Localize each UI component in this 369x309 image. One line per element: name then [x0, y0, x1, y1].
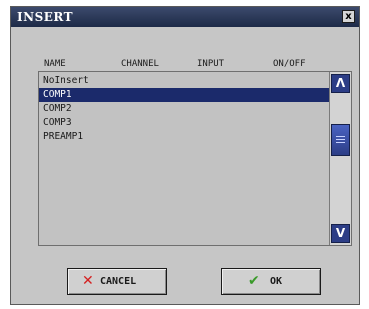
- ok-button[interactable]: ✔ OK: [221, 268, 321, 295]
- ok-button-label: OK: [270, 276, 283, 287]
- x-icon: ✕: [82, 273, 94, 289]
- list-body: NoInsert COMP1 COMP2 COMP3 PREAMP1: [39, 72, 329, 245]
- scroll-thumb[interactable]: [331, 124, 350, 156]
- grip-line: [336, 139, 345, 140]
- insert-list: NoInsert COMP1 COMP2 COMP3 PREAMP1 Λ V: [38, 71, 352, 246]
- list-item[interactable]: NoInsert: [39, 74, 329, 88]
- list-item[interactable]: PREAMP1: [39, 130, 329, 144]
- close-button[interactable]: x: [342, 10, 355, 23]
- chevron-up-icon: Λ: [335, 76, 346, 90]
- close-icon: x: [345, 11, 352, 22]
- list-item[interactable]: COMP3: [39, 116, 329, 130]
- column-headers: NAME CHANNEL INPUT ON/OFF: [11, 59, 359, 71]
- checkmark-icon: ✔: [248, 273, 260, 289]
- list-item[interactable]: COMP2: [39, 102, 329, 116]
- chevron-down-icon: V: [335, 226, 346, 240]
- grip-line: [336, 136, 345, 137]
- insert-dialog: INSERT x NAME CHANNEL INPUT ON/OFF NoIns…: [10, 6, 360, 305]
- scroll-up-button[interactable]: Λ: [331, 74, 350, 93]
- cancel-button[interactable]: ✕ CANCEL: [67, 268, 167, 295]
- vertical-scrollbar[interactable]: Λ V: [329, 72, 351, 245]
- column-header-channel: CHANNEL: [121, 59, 159, 69]
- list-item-selected[interactable]: COMP1: [39, 88, 329, 102]
- grip-line: [336, 142, 345, 143]
- scroll-down-button[interactable]: V: [331, 224, 350, 243]
- title-bar[interactable]: INSERT x: [11, 7, 359, 27]
- dialog-title: INSERT: [17, 10, 74, 24]
- column-header-input: INPUT: [197, 59, 225, 69]
- column-header-on-off: ON/OFF: [273, 59, 306, 69]
- cancel-button-label: CANCEL: [100, 276, 137, 287]
- column-header-name: NAME: [44, 59, 66, 69]
